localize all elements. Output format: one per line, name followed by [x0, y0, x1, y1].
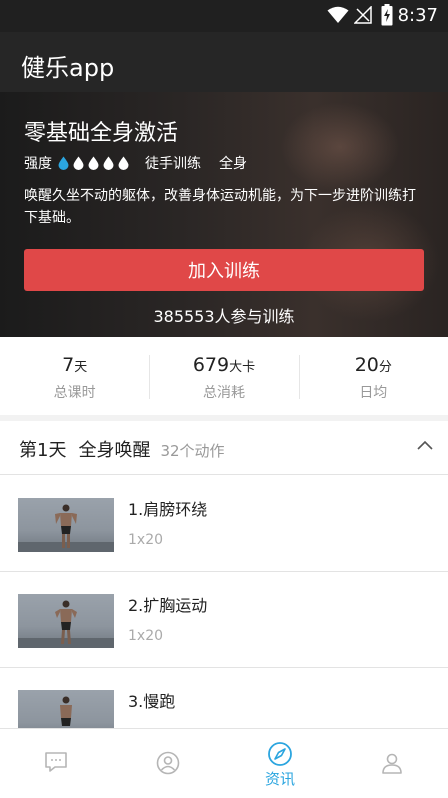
intensity-rating	[58, 156, 129, 170]
participants-count: 385553人参与训练	[153, 307, 295, 326]
stat-unit: 天	[74, 360, 88, 375]
drop-filled-icon	[58, 156, 69, 170]
day-name: 全身唤醒	[78, 440, 151, 461]
drop-empty-icon	[118, 156, 129, 170]
stat-label: 总消耗	[202, 385, 245, 401]
stat-unit: 大卡	[229, 360, 256, 375]
hero-banner: 零基础全身激活 强度 徒手训练 全身 唤醒久坐不动的躯体，改善身体运动机能，为下…	[0, 92, 448, 337]
no-signal-icon	[354, 6, 372, 24]
program-tag: 徒手训练	[145, 156, 201, 172]
bottom-nav: 资讯	[0, 728, 448, 798]
app-bar: 健乐app	[0, 32, 448, 92]
exercise-reps: 1x20	[128, 628, 164, 644]
exercise-name: 1.肩膀环绕	[128, 500, 208, 519]
list-item[interactable]: 1.肩膀环绕 1x20	[0, 476, 448, 572]
wifi-icon	[327, 6, 349, 23]
drop-empty-icon	[88, 156, 99, 170]
status-time: 8:37	[397, 5, 438, 26]
person-figure-icon	[55, 600, 77, 644]
face-icon	[156, 751, 180, 775]
chevron-up-icon[interactable]	[416, 438, 434, 452]
stat-total-calories: 679大卡 总消耗	[149, 337, 298, 415]
person-figure-icon	[55, 504, 77, 548]
stat-label: 日均	[359, 385, 388, 401]
exercise-name: 2.扩胸运动	[128, 596, 208, 615]
person-icon	[382, 753, 402, 774]
compass-icon	[268, 742, 292, 766]
battery-charging-icon	[381, 4, 393, 26]
stat-unit: 分	[378, 360, 392, 375]
exercise-name: 3.慢跑	[128, 692, 176, 711]
nav-tab-messages[interactable]	[0, 729, 112, 798]
nav-tab-profile-circle[interactable]	[112, 729, 224, 798]
stat-total-days: 7天 总课时	[0, 337, 149, 415]
list-item[interactable]: 2.扩胸运动 1x20	[0, 572, 448, 668]
list-item[interactable]: 3.慢跑	[0, 668, 448, 728]
status-bar: 8:37	[0, 0, 448, 32]
stat-value: 679	[192, 354, 230, 376]
nav-tab-label: 资讯	[264, 770, 295, 788]
day-number: 第1天	[19, 440, 67, 461]
exercise-thumbnail	[18, 594, 114, 648]
day-section-header[interactable]: 第1天 全身唤醒 32个动作	[0, 421, 448, 475]
program-tag: 全身	[219, 156, 247, 172]
stat-value: 7	[62, 354, 75, 376]
stats-row: 7天 总课时 679大卡 总消耗 20分 日均	[0, 337, 448, 415]
exercise-reps: 1x20	[128, 532, 164, 548]
nav-tab-me[interactable]	[336, 729, 448, 798]
stat-label: 总课时	[53, 385, 96, 401]
exercise-thumbnail	[18, 498, 114, 552]
message-icon	[45, 752, 67, 772]
program-meta: 强度 徒手训练 全身	[24, 153, 247, 173]
nav-tab-news[interactable]: 资讯	[224, 729, 336, 798]
exercise-thumbnail	[18, 690, 114, 728]
hero-background-figure	[280, 102, 400, 192]
exercise-list: 1.肩膀环绕 1x20 2.扩胸运动 1x20 3.慢跑	[0, 476, 448, 728]
stat-value: 20	[354, 354, 379, 376]
join-training-button[interactable]: 加入训练	[24, 249, 424, 291]
program-description: 唤醒久坐不动的躯体，改善身体运动机能，为下一步进阶训练打下基础。	[24, 188, 416, 226]
intensity-label: 强度	[24, 156, 52, 172]
program-title: 零基础全身激活	[24, 121, 179, 146]
drop-empty-icon	[103, 156, 114, 170]
app-title: 健乐app	[21, 54, 115, 82]
drop-empty-icon	[73, 156, 84, 170]
stat-daily-average: 20分 日均	[298, 337, 448, 415]
action-count: 32个动作	[160, 442, 225, 460]
person-figure-icon	[60, 696, 72, 726]
